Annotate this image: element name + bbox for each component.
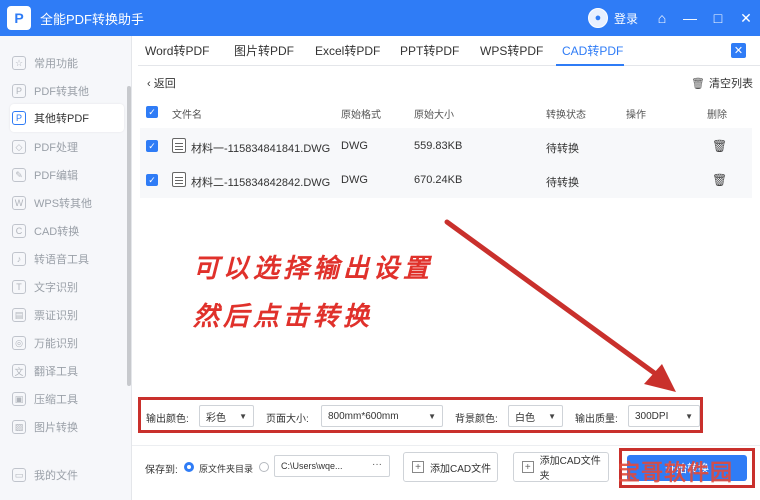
add-cad-folder-button[interactable]: + 添加CAD文件夹 xyxy=(513,452,609,482)
caret-down-icon: ▼ xyxy=(548,412,556,421)
quality-label: 输出质量: xyxy=(575,414,618,425)
bg-color-value: 白色 xyxy=(515,412,535,424)
quality-select[interactable]: 300DPI ▼ xyxy=(628,405,700,427)
radio-source-dir-label: 原文件夹目录 xyxy=(199,464,254,474)
add-file-label: 添加CAD文件 xyxy=(430,463,492,475)
output-color-value: 彩色 xyxy=(206,412,226,424)
page-size-label: 页面大小: xyxy=(266,414,309,425)
app-window: P 全能PDF转换助手 ● 登录 ⌂ — □ ✕ ☆ 常用功能 P PDF转其他 P… xyxy=(0,0,760,500)
browse-path-button[interactable]: ··· xyxy=(372,459,382,470)
output-settings-bar: 输出颜色: 彩色 ▼ 页面大小: 800mm*600mm ▼ 背景颜色: 白色 ▼ 输… xyxy=(138,397,703,433)
watermark-text: 宝哥软件园 xyxy=(618,461,734,486)
caret-down-icon: ▼ xyxy=(685,412,693,421)
add-file-icon: + xyxy=(412,461,424,473)
output-color-label: 输出颜色: xyxy=(146,414,189,425)
page-size-value: 800mm*600mm xyxy=(328,410,399,422)
radio-source-dir[interactable] xyxy=(184,462,194,472)
bg-color-select[interactable]: 白色 ▼ xyxy=(508,405,563,427)
add-folder-icon: + xyxy=(522,461,534,473)
quality-value: 300DPI xyxy=(635,410,669,422)
caret-down-icon: ▼ xyxy=(428,412,436,421)
add-folder-label: 添加CAD文件夹 xyxy=(539,456,601,482)
save-to-label: 保存到: xyxy=(145,465,178,476)
page-size-select[interactable]: 800mm*600mm ▼ xyxy=(321,405,443,427)
radio-custom-dir[interactable] xyxy=(259,462,269,472)
add-cad-file-button[interactable]: + 添加CAD文件 xyxy=(403,452,498,482)
caret-down-icon: ▼ xyxy=(239,412,247,421)
bg-color-label: 背景颜色: xyxy=(455,414,498,425)
output-color-select[interactable]: 彩色 ▼ xyxy=(199,405,254,427)
